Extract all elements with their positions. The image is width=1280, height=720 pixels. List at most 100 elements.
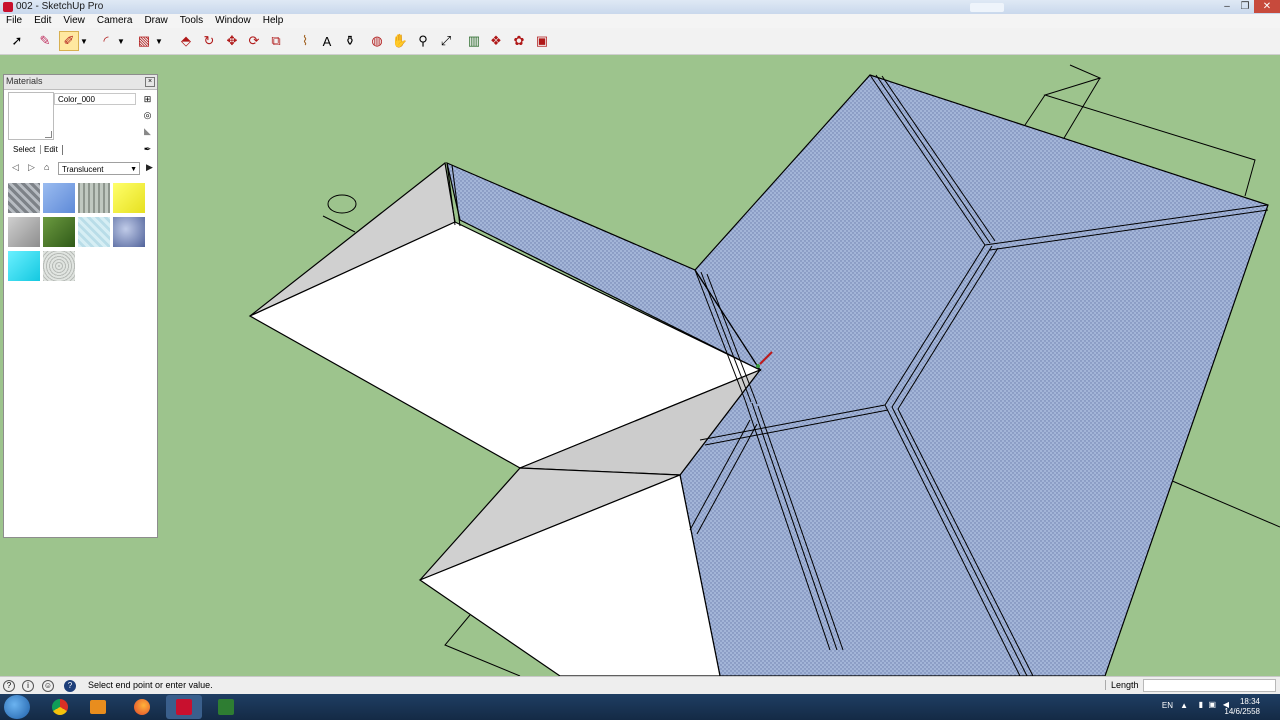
swatch-glass-grid[interactable] — [8, 183, 40, 213]
materials-panel-title: Materials — [6, 76, 43, 86]
home-icon[interactable]: ⌂ — [44, 162, 49, 172]
back-arrow-icon[interactable]: ◁ — [12, 162, 19, 173]
swatch-cyan[interactable] — [8, 251, 40, 281]
materials-panel-header: Materials × — [4, 75, 157, 90]
collection-select[interactable]: Translucent ▼ — [58, 162, 140, 175]
start-button-icon[interactable] — [4, 695, 30, 719]
line-dropdown-icon[interactable]: ▼ — [78, 31, 90, 51]
default-material-icon[interactable]: ◎ — [142, 110, 153, 121]
measurements-input[interactable] — [1143, 679, 1276, 692]
swatch-yellow[interactable] — [113, 183, 145, 213]
credits-icon[interactable]: i — [22, 680, 34, 692]
rectangle-tool-icon[interactable]: ▧ — [134, 31, 154, 51]
menu-edit[interactable]: Edit — [28, 14, 57, 28]
network-icon[interactable]: ▣ — [1208, 700, 1216, 709]
swatch-striped[interactable] — [78, 183, 110, 213]
sketchup-task-icon[interactable] — [166, 695, 202, 719]
resize-corner-icon — [45, 131, 52, 138]
eraser-tool-icon[interactable]: ✎ — [35, 31, 55, 51]
status-bar: ? i ☺ ? Select end point or enter value.… — [0, 676, 1280, 695]
scale-tool-icon[interactable]: ⧉ — [266, 31, 286, 51]
menu-tools[interactable]: Tools — [174, 14, 209, 28]
swatch-speckled[interactable] — [43, 251, 75, 281]
display-secondary-icon[interactable]: ◣ — [142, 126, 153, 137]
chevron-down-icon: ▼ — [130, 166, 137, 173]
person-figure-icon — [322, 194, 357, 233]
maximize-button[interactable]: ❐ — [1236, 0, 1254, 13]
status-message: Select end point or enter value. — [88, 680, 213, 690]
tab-divider — [62, 145, 67, 155]
text-tool-icon[interactable]: A — [317, 31, 337, 51]
swatch-pale-cyan[interactable] — [78, 217, 110, 247]
menu-help[interactable]: Help — [257, 14, 290, 28]
arc-dropdown-icon[interactable]: ▼ — [115, 31, 127, 51]
forward-arrow-icon[interactable]: ▷ — [28, 162, 35, 173]
sample-paint-icon[interactable]: ✒ — [142, 144, 153, 155]
tab-select[interactable]: Select — [11, 145, 37, 154]
follow-me-icon[interactable]: ↻ — [199, 31, 219, 51]
close-button[interactable]: ✕ — [1254, 0, 1280, 13]
signal-icon[interactable]: ▮ — [1199, 700, 1203, 709]
menu-file[interactable]: File — [0, 14, 28, 28]
title-bar: 002 - SketchUp Pro – ❐ ✕ — [0, 0, 1280, 15]
firefox-icon[interactable] — [124, 695, 160, 719]
tab-edit[interactable]: Edit — [40, 145, 60, 154]
windows-taskbar: EN ▲ ▮ ▣ ◀ 18:34 14/6/2558 — [0, 694, 1280, 720]
language-indicator[interactable]: EN — [1162, 701, 1173, 710]
window-title: 002 - SketchUp Pro — [16, 1, 104, 12]
panel-close-icon[interactable]: × — [145, 77, 155, 87]
measurements-label: Length — [1105, 680, 1139, 690]
material-name-field[interactable]: Color_000 — [54, 93, 136, 105]
user-icon[interactable]: ☺ — [42, 680, 54, 692]
zoom-tool-icon[interactable]: ⚲ — [413, 31, 433, 51]
push-pull-icon[interactable]: ⬘ — [176, 31, 196, 51]
media-player-icon[interactable] — [80, 695, 116, 719]
camtasia-icon[interactable] — [208, 695, 244, 719]
select-tool-icon[interactable]: ➚ — [7, 31, 27, 51]
chrome-icon[interactable] — [42, 695, 78, 719]
modeling-viewport[interactable] — [0, 55, 1280, 676]
swatch-gray[interactable] — [8, 217, 40, 247]
model-canvas[interactable] — [0, 55, 1280, 676]
swatch-blue[interactable] — [43, 183, 75, 213]
tray-expand-icon[interactable]: ▲ — [1180, 701, 1188, 710]
main-toolbar: ➚ ✎ ✐ ▼ ◜ ▼ ▧ ▼ ⬘ ↻ ✥ ⟳ ⧉ ⌇ A ⚱ ◍ ✋ ⚲ ⤢ … — [0, 28, 1280, 55]
clock-date: 14/6/2558 — [1224, 707, 1260, 716]
arc-tool-icon[interactable]: ◜ — [96, 31, 116, 51]
orbit-tool-icon[interactable]: ◍ — [367, 31, 387, 51]
menu-draw[interactable]: Draw — [138, 14, 173, 28]
sketchup-app-icon — [3, 2, 13, 12]
create-material-icon[interactable]: ⊞ — [142, 94, 153, 105]
collection-select-value: Translucent — [62, 165, 104, 174]
collection-nav: ◁ ▷ ⌂ Translucent ▼ ▶ — [8, 162, 158, 176]
material-preview[interactable] — [8, 92, 54, 140]
details-arrow-icon[interactable]: ▶ — [146, 162, 153, 173]
pan-tool-icon[interactable]: ✋ — [390, 31, 410, 51]
menu-view[interactable]: View — [57, 14, 91, 28]
minimize-button[interactable]: – — [1218, 0, 1236, 13]
menu-bar: File Edit View Camera Draw Tools Window … — [0, 14, 1280, 28]
swatch-green[interactable] — [43, 217, 75, 247]
translucent-roof-face — [679, 74, 1269, 676]
warehouse-icon[interactable]: ▥ — [464, 31, 484, 51]
instructor-icon[interactable]: ? — [64, 680, 76, 692]
menu-window[interactable]: Window — [209, 14, 257, 28]
swatch-sky[interactable] — [113, 217, 145, 247]
clock-time: 18:34 — [1239, 697, 1260, 706]
tape-measure-icon[interactable]: ⌇ — [295, 31, 315, 51]
layout-icon[interactable]: ▣ — [532, 31, 552, 51]
paint-bucket-icon[interactable]: ⚱ — [340, 31, 360, 51]
rotate-tool-icon[interactable]: ⟳ — [244, 31, 264, 51]
extension-warehouse-icon[interactable]: ✿ — [509, 31, 529, 51]
menu-camera[interactable]: Camera — [91, 14, 139, 28]
clock[interactable]: 18:34 14/6/2558 — [1224, 697, 1260, 717]
materials-tabs: Select Edit — [8, 145, 156, 157]
line-tool-icon[interactable]: ✐ — [59, 31, 79, 51]
title-highlight — [970, 3, 1004, 12]
rectangle-dropdown-icon[interactable]: ▼ — [153, 31, 165, 51]
materials-panel: Materials × Color_000 ⊞ ◎ ◣ Select Edit … — [3, 74, 158, 538]
geo-location-icon[interactable]: ? — [3, 680, 15, 692]
move-tool-icon[interactable]: ✥ — [222, 31, 242, 51]
components-icon[interactable]: ❖ — [486, 31, 506, 51]
zoom-extents-icon[interactable]: ⤢ — [436, 31, 456, 51]
